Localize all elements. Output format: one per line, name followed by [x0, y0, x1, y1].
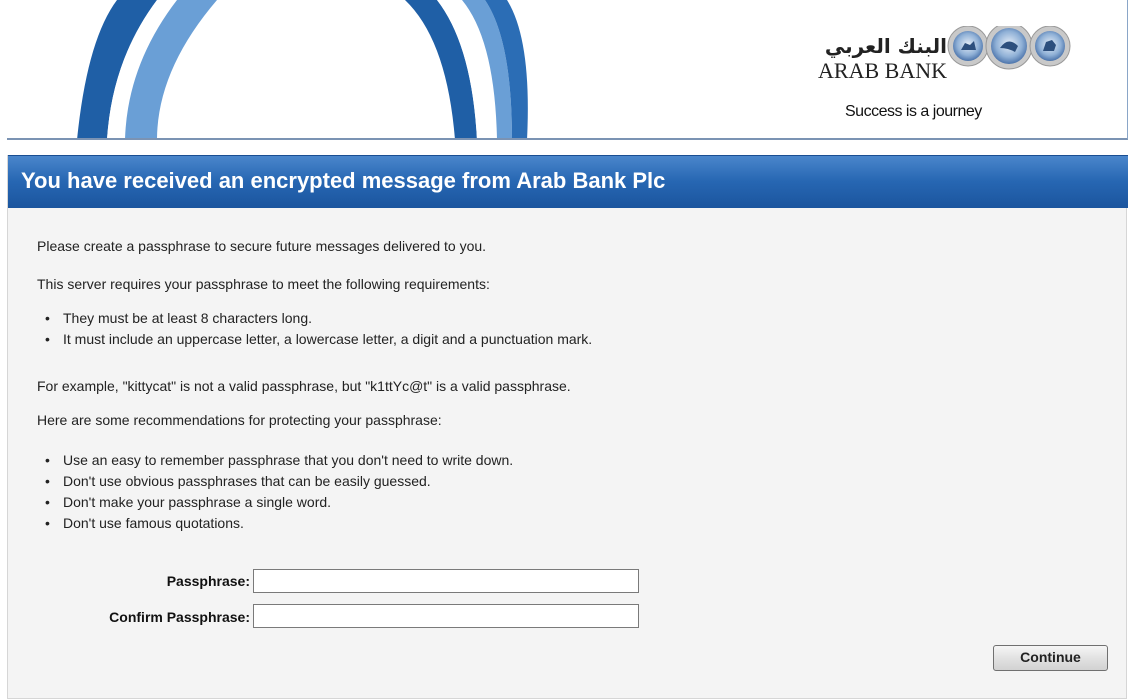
message-panel: You have received an encrypted message f… — [7, 155, 1128, 699]
logo-english-text: ARAB BANK — [818, 58, 947, 83]
requirements-list: • They must be at least 8 characters long… — [45, 308, 592, 350]
recommendations-intro: Here are some recommendations for protec… — [37, 412, 442, 428]
bullet-icon: • — [45, 310, 50, 326]
list-item: • It must include an uppercase letter, a … — [45, 329, 592, 350]
logo-arabic-text: البنك العربي — [824, 34, 947, 58]
intro-text: Please create a passphrase to secure fut… — [37, 238, 487, 254]
recommendations-list: • Use an easy to remember passphrase that… — [45, 450, 513, 534]
passphrase-input[interactable] — [253, 569, 639, 593]
bullet-icon: • — [45, 452, 50, 468]
page-header: البنك العربي ARAB BANK Success is a jour… — [7, 0, 1128, 140]
page-title: You have received an encrypted message f… — [21, 168, 666, 193]
bullet-icon: • — [45, 331, 50, 347]
confirm-passphrase-label: Confirm Passphrase: — [109, 609, 250, 625]
list-item: • Don't make your passphrase a single wor… — [45, 492, 513, 513]
requirements-intro: This server requires your passphrase to … — [37, 276, 490, 292]
list-item: • Don't use obvious passphrases that can … — [45, 471, 513, 492]
list-item: • They must be at least 8 characters long… — [45, 308, 592, 329]
list-item: • Don't use famous quotations. — [45, 513, 513, 534]
passphrase-label: Passphrase: — [166, 573, 250, 589]
bullet-icon: • — [45, 515, 50, 531]
confirm-passphrase-input[interactable] — [253, 604, 639, 628]
example-text: For example, "kittycat" is not a valid p… — [37, 378, 571, 394]
tagline: Success is a journey — [845, 103, 982, 120]
arab-bank-emblem-icon — [947, 26, 1071, 70]
header-arc-graphic — [77, 0, 528, 138]
title-bar: You have received an encrypted message f… — [8, 155, 1128, 208]
continue-button[interactable]: Continue — [993, 645, 1108, 671]
list-item: • Use an easy to remember passphrase that… — [45, 450, 513, 471]
bullet-icon: • — [45, 494, 50, 510]
bullet-icon: • — [45, 473, 50, 489]
